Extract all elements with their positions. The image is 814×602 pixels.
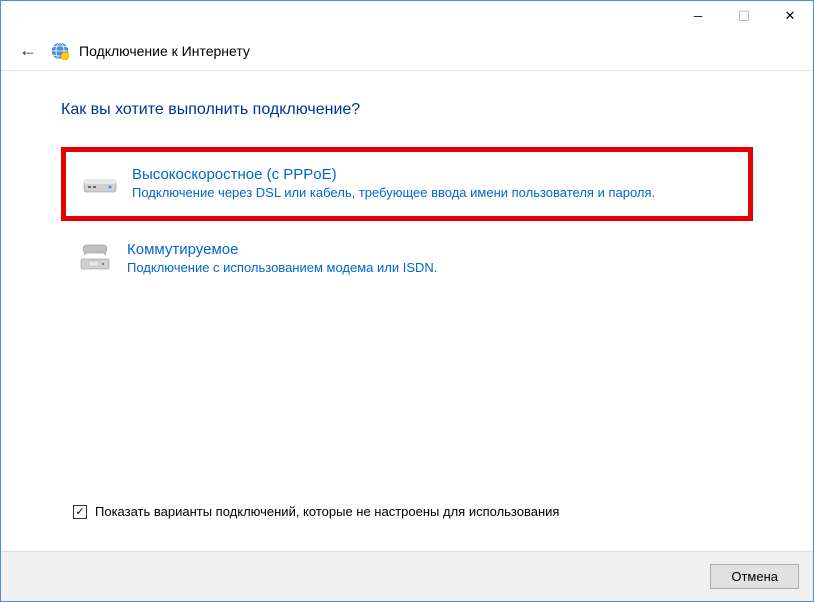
close-button[interactable] — [767, 1, 813, 31]
option-pppoe[interactable]: Высокоскоростное (с PPPoE) Подключение ч… — [61, 147, 753, 221]
checkbox-icon[interactable]: ✓ — [73, 505, 87, 519]
footer: Отмена — [1, 551, 813, 601]
header: ← Подключение к Интернету — [1, 31, 813, 71]
checkbox-label: Показать варианты подключений, которые н… — [95, 504, 559, 519]
globe-icon — [51, 42, 69, 60]
cancel-button[interactable]: Отмена — [710, 564, 799, 589]
show-all-checkbox-row[interactable]: ✓ Показать варианты подключений, которые… — [73, 504, 559, 519]
main-question: Как вы хотите выполнить подключение? — [61, 101, 753, 119]
maximize-button — [721, 1, 767, 31]
option-dialup-desc: Подключение с использованием модема или … — [127, 260, 737, 277]
option-dialup-title: Коммутируемое — [127, 241, 737, 258]
option-dialup[interactable]: Коммутируемое Подключение с использовани… — [61, 227, 753, 291]
option-pppoe-title: Высокоскоростное (с PPPoE) — [132, 166, 732, 183]
content-area: Как вы хотите выполнить подключение? Выс… — [1, 71, 813, 291]
titlebar — [1, 1, 813, 31]
option-dialup-text: Коммутируемое Подключение с использовани… — [127, 241, 737, 277]
phone-modem-icon — [77, 241, 113, 277]
back-arrow-icon[interactable]: ← — [19, 40, 37, 61]
option-pppoe-text: Высокоскоростное (с PPPoE) Подключение ч… — [132, 166, 732, 202]
modem-icon — [82, 166, 118, 202]
window-title: Подключение к Интернету — [79, 43, 250, 59]
option-pppoe-desc: Подключение через DSL или кабель, требую… — [132, 185, 732, 202]
minimize-button[interactable] — [675, 1, 721, 31]
